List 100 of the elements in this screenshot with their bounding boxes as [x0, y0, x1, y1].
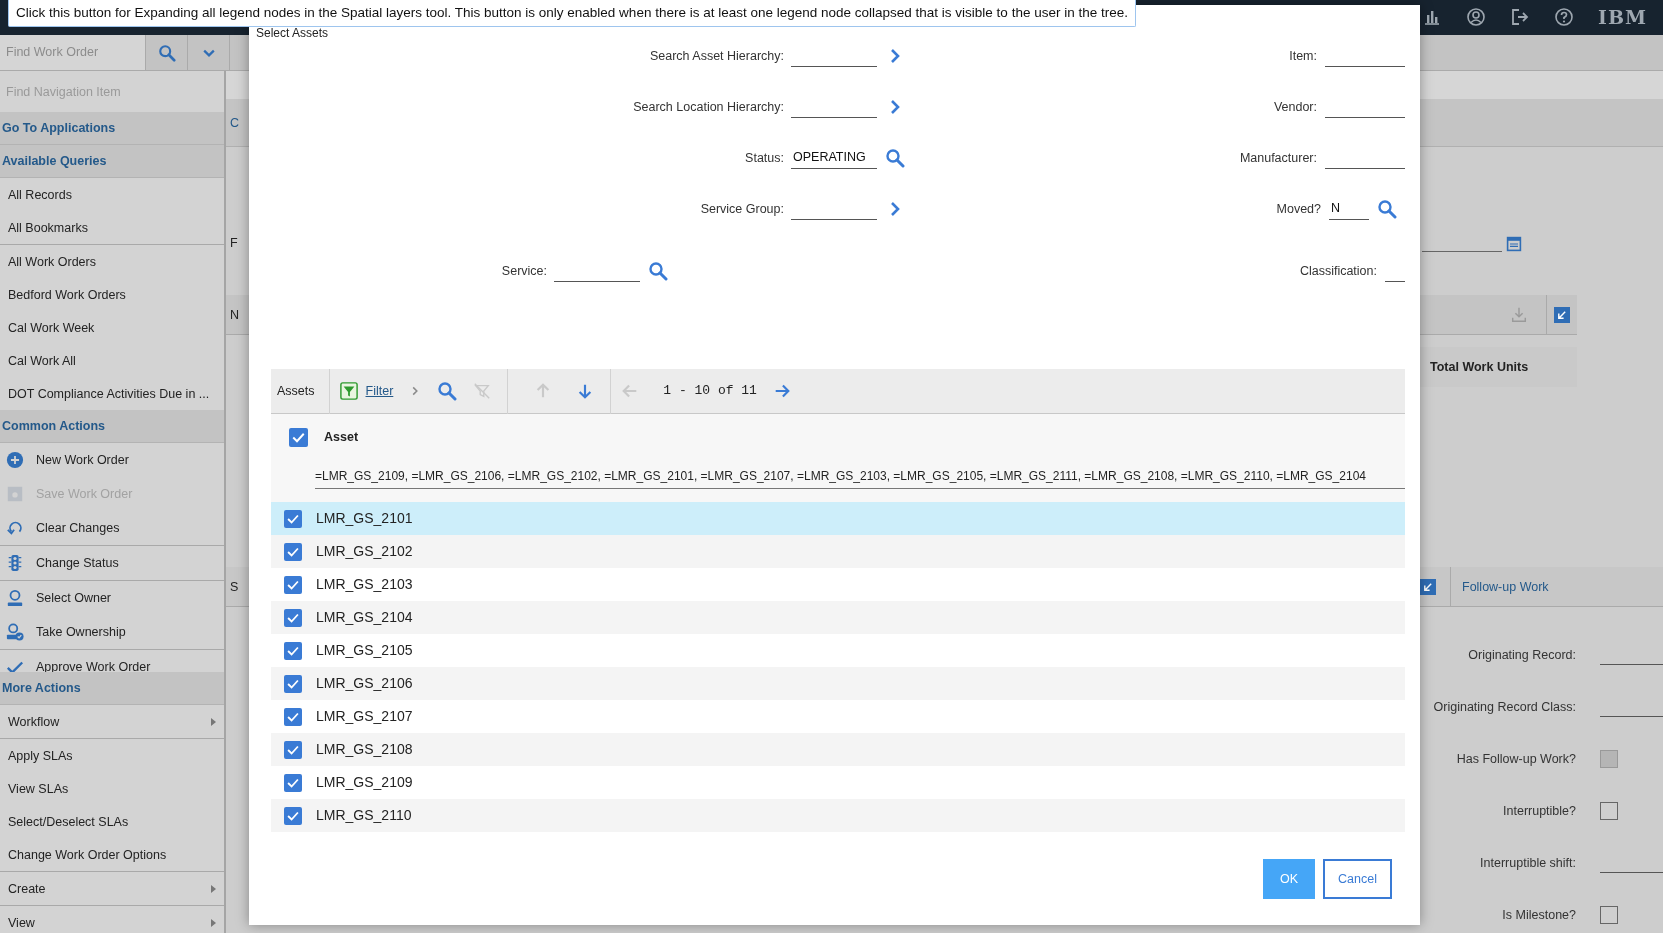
search-icon[interactable]	[885, 148, 905, 168]
search-icon[interactable]	[437, 381, 458, 401]
field-label: Vendor:	[1273, 98, 1317, 116]
nav-item[interactable]: Clear Changes	[0, 511, 224, 546]
table-title: Assets	[276, 382, 316, 400]
field-label: F	[229, 234, 238, 252]
logout-icon[interactable]	[1510, 7, 1530, 28]
user-check-icon	[6, 623, 24, 642]
table-row[interactable]: LMR_GS_2102	[271, 535, 1405, 568]
nav-item[interactable]: Apply SLAs	[0, 739, 224, 773]
filter-field[interactable]: =LMR_GS_2109, =LMR_GS_2106, =LMR_GS_2102, =LMR_GS_2101, =LMR_GS_2107, =LMR_GS_2103, =LMR_GS_2105, =LMR_GS_2111, =LMR_GS_2108, =LMR_GS_2110, =LMR_GS_2104	[315, 462, 1405, 489]
table-cell-text: LMR_GS_2102	[316, 542, 413, 561]
table-cell-text: LMR_GS_2103	[316, 575, 413, 594]
select-all-checkbox[interactable]	[289, 427, 308, 447]
table-cell-text: LMR_GS_2110	[316, 806, 412, 825]
field-label: Search Asset Hierarchy:	[648, 47, 784, 65]
help-icon[interactable]	[1554, 7, 1574, 28]
table-row[interactable]: LMR_GS_2110	[271, 799, 1405, 832]
field-label: Interruptible shift:	[1480, 855, 1576, 873]
user-icon[interactable]	[1466, 7, 1486, 28]
table-row[interactable]: LMR_GS_2107	[271, 700, 1405, 733]
nav-item[interactable]: Bedford Work Orders	[0, 278, 224, 312]
table-cell-text: LMR_GS_2101	[316, 509, 413, 528]
field-label: Moved?	[1276, 200, 1321, 218]
nav-item[interactable]: Select/Deselect SLAs	[0, 805, 224, 839]
submenu-arrow-icon	[211, 717, 216, 726]
checkbox[interactable]	[284, 542, 302, 561]
table-row[interactable]: LMR_GS_2103	[271, 568, 1405, 601]
nav-item[interactable]: Create	[0, 872, 224, 906]
table-cell-text: LMR_GS_2104	[316, 608, 413, 627]
nav-item[interactable]: Take Ownership	[0, 615, 224, 650]
checkbox[interactable]	[284, 740, 302, 759]
field-label: Is Milestone?	[1502, 907, 1576, 925]
nav-item[interactable]: Cal Work All	[0, 344, 224, 378]
table-row[interactable]: LMR_GS_2106	[271, 667, 1405, 700]
table-cell-text: LMR_GS_2109	[316, 773, 413, 792]
search-icon[interactable]	[1377, 199, 1397, 219]
undo-icon	[6, 519, 24, 538]
search-field[interactable]: Find Work Order	[0, 34, 146, 71]
filter-icon[interactable]	[339, 382, 358, 400]
table-row[interactable]: LMR_GS_2101	[271, 502, 1405, 535]
search-icon[interactable]	[648, 261, 668, 281]
checkbox[interactable]	[284, 806, 302, 825]
checkbox[interactable]	[1600, 802, 1618, 821]
checkbox[interactable]	[284, 641, 302, 660]
section-header[interactable]: Common Actions	[0, 410, 224, 444]
submenu-arrow-icon	[211, 918, 216, 927]
nav-item[interactable]: New Work Order	[0, 443, 224, 478]
table-row[interactable]: LMR_GS_2108	[271, 733, 1405, 766]
calendar-icon[interactable]	[1506, 236, 1522, 253]
column-header[interactable]: Asset	[324, 427, 359, 447]
field-label: Service:	[500, 262, 547, 280]
section-header[interactable]: Available Queries	[0, 145, 224, 179]
add-icon	[6, 451, 24, 470]
page-info: 1 - 10 of 11	[663, 382, 757, 401]
nav-item[interactable]: Cal Work Week	[0, 311, 224, 345]
field-label: Has Follow-up Work?	[1456, 751, 1576, 769]
checkbox[interactable]	[284, 773, 302, 792]
field-label: Status:	[744, 149, 784, 167]
nav-item[interactable]: Change Status	[0, 546, 224, 581]
field-label: Interruptible?	[1503, 803, 1576, 821]
table-cell-text: LMR_GS_2105	[316, 641, 413, 660]
search-icon	[157, 43, 176, 62]
checkbox[interactable]	[284, 608, 302, 627]
nav-item[interactable]: View	[0, 906, 224, 933]
checkbox[interactable]	[284, 509, 302, 528]
checkbox[interactable]	[1600, 906, 1618, 925]
nav-item[interactable]: All Work Orders	[0, 245, 224, 279]
checkbox[interactable]	[284, 674, 302, 693]
cancel-button[interactable]: Cancel	[1323, 859, 1392, 899]
input-field[interactable]: OPERATING	[791, 147, 877, 169]
submenu-arrow-icon	[211, 884, 216, 893]
filter-link[interactable]: Filter	[365, 381, 394, 401]
section-header[interactable]: Go To Applications	[0, 112, 224, 146]
field-label: Manufacturer:	[1239, 149, 1317, 167]
section-header[interactable]: More Actions	[0, 672, 224, 706]
nav-item[interactable]: All Records	[0, 178, 224, 212]
nav-item[interactable]: All Bookmarks	[0, 211, 224, 245]
table-row[interactable]: LMR_GS_2109	[271, 766, 1405, 799]
field-label: Originating Record Class:	[1433, 699, 1576, 717]
nav-item[interactable]: Select Owner	[0, 581, 224, 616]
table-row[interactable]: LMR_GS_2104	[271, 601, 1405, 634]
panel-title: N	[229, 306, 240, 324]
input-field[interactable]: N	[1329, 198, 1369, 220]
field-label: Item:	[1289, 47, 1317, 65]
nav-item[interactable]: Workflow	[0, 705, 224, 739]
tab[interactable]: Follow-up Work	[1450, 567, 1663, 607]
checkbox[interactable]	[284, 575, 302, 594]
tab-label[interactable]: C	[226, 113, 240, 133]
field-label: Service Group:	[699, 200, 784, 218]
nav-item[interactable]: View SLAs	[0, 772, 224, 806]
nav-item[interactable]: Change Work Order Options	[0, 838, 224, 872]
table-row[interactable]: LMR_GS_2105	[271, 634, 1405, 667]
checkbox[interactable]	[284, 707, 302, 726]
brand-logo: IBM	[1598, 5, 1647, 31]
field-label: Classification:	[1299, 262, 1377, 280]
collapse-icon[interactable]	[1420, 578, 1436, 595]
table-cell-text: LMR_GS_2107	[316, 707, 413, 726]
field-label: Search Location Hierarchy:	[632, 98, 784, 116]
nav-item[interactable]: DOT Compliance Activities Due in ...	[0, 377, 224, 411]
